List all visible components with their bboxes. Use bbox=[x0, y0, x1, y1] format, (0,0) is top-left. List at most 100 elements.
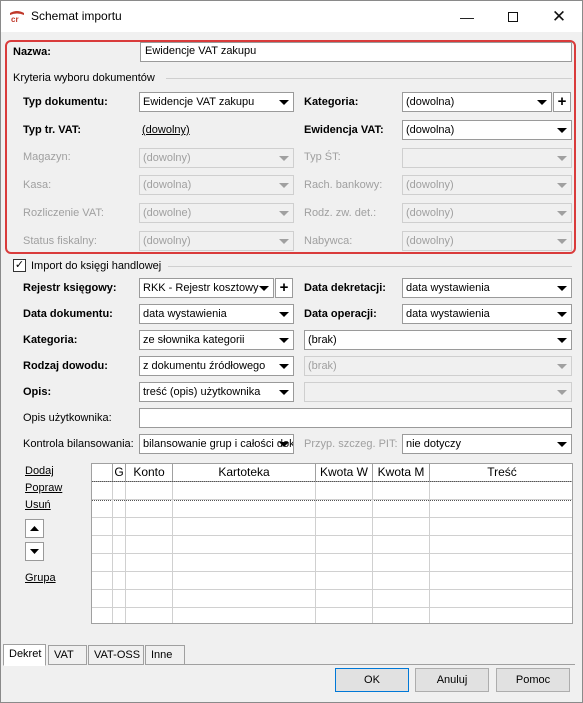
table-cell[interactable] bbox=[173, 482, 316, 499]
table-cell[interactable] bbox=[373, 482, 430, 499]
tab-vat-oss[interactable]: VAT-OSS bbox=[88, 645, 144, 665]
data-operacji-select[interactable]: data wystawienia bbox=[402, 304, 572, 324]
table-cell[interactable] bbox=[126, 590, 173, 607]
table-cell[interactable] bbox=[430, 554, 572, 571]
rach-bankowy-select[interactable]: (dowolny) bbox=[402, 175, 572, 195]
table-cell[interactable] bbox=[173, 572, 316, 589]
tab-vat[interactable]: VAT bbox=[48, 645, 87, 665]
import-kategoria-value-select[interactable]: (brak) bbox=[304, 330, 572, 350]
table-cell[interactable] bbox=[316, 536, 373, 553]
table-row[interactable] bbox=[92, 536, 572, 554]
minimize-icon[interactable]: — bbox=[444, 1, 490, 32]
import-checkbox[interactable]: ✓ bbox=[13, 259, 26, 272]
table-cell[interactable] bbox=[113, 608, 126, 623]
table-cell[interactable] bbox=[430, 572, 572, 589]
table-cell[interactable] bbox=[126, 536, 173, 553]
table-cell[interactable] bbox=[126, 608, 173, 623]
rozliczenie-vat-select[interactable]: (dowolne) bbox=[139, 203, 294, 223]
grid-header-tresc[interactable]: Treść bbox=[430, 464, 572, 481]
grid-header-kwota-w[interactable]: Kwota W bbox=[316, 464, 373, 481]
help-button[interactable]: Pomoc bbox=[496, 668, 570, 692]
table-cell[interactable] bbox=[316, 590, 373, 607]
import-kategoria-select[interactable]: ze słownika kategorii bbox=[139, 330, 294, 350]
table-cell[interactable] bbox=[92, 608, 113, 623]
table-cell[interactable] bbox=[113, 482, 126, 499]
table-cell[interactable] bbox=[430, 518, 572, 535]
grid-header-kartoteka[interactable]: Kartoteka bbox=[173, 464, 316, 481]
grid-header-g[interactable]: G bbox=[113, 464, 126, 481]
table-cell[interactable] bbox=[373, 608, 430, 623]
table-row[interactable] bbox=[92, 590, 572, 608]
table-cell[interactable] bbox=[373, 518, 430, 535]
status-fiskalny-select[interactable]: (dowolny) bbox=[139, 231, 294, 251]
table-cell[interactable] bbox=[373, 590, 430, 607]
data-dekretacji-select[interactable]: data wystawienia bbox=[402, 278, 572, 298]
table-cell[interactable] bbox=[316, 518, 373, 535]
table-cell[interactable] bbox=[373, 554, 430, 571]
dekret-grid[interactable]: G Konto Kartoteka Kwota W Kwota M Treść bbox=[91, 463, 573, 624]
table-row[interactable] bbox=[92, 518, 572, 536]
table-cell[interactable] bbox=[430, 500, 572, 517]
kasa-select[interactable]: (dowolna) bbox=[139, 175, 294, 195]
typ-tr-vat-link[interactable]: (dowolny) bbox=[142, 124, 190, 136]
table-cell[interactable] bbox=[92, 590, 113, 607]
table-cell[interactable] bbox=[92, 572, 113, 589]
table-cell[interactable] bbox=[316, 608, 373, 623]
table-cell[interactable] bbox=[113, 590, 126, 607]
dodaj-link[interactable]: Dodaj bbox=[25, 465, 54, 477]
table-cell[interactable] bbox=[430, 536, 572, 553]
table-cell[interactable] bbox=[430, 608, 572, 623]
maximize-icon[interactable] bbox=[490, 1, 536, 32]
magazyn-select[interactable]: (dowolny) bbox=[139, 148, 294, 168]
table-cell[interactable] bbox=[373, 500, 430, 517]
kategoria-select[interactable]: (dowolna) bbox=[402, 92, 552, 112]
close-icon[interactable]: ✕ bbox=[536, 1, 582, 32]
table-cell[interactable] bbox=[113, 572, 126, 589]
table-cell[interactable] bbox=[126, 572, 173, 589]
grid-header-kwota-m[interactable]: Kwota M bbox=[373, 464, 430, 481]
table-row[interactable] bbox=[92, 572, 572, 590]
table-cell[interactable] bbox=[373, 536, 430, 553]
rejestr-select[interactable]: RKK - Rejestr kosztowy bbox=[139, 278, 274, 298]
rodzaj-dowodu-value-select[interactable]: (brak) bbox=[304, 356, 572, 376]
ewidencja-vat-select[interactable]: (dowolna) bbox=[402, 120, 572, 140]
move-down-button[interactable] bbox=[25, 542, 44, 561]
rodzaj-dowodu-select[interactable]: z dokumentu źródłowego bbox=[139, 356, 294, 376]
grid-header-konto[interactable]: Konto bbox=[126, 464, 173, 481]
cancel-button[interactable]: Anuluj bbox=[415, 668, 489, 692]
move-up-button[interactable] bbox=[25, 519, 44, 538]
table-cell[interactable] bbox=[316, 554, 373, 571]
opis-value-select[interactable] bbox=[304, 382, 572, 402]
ok-button[interactable]: OK bbox=[335, 668, 409, 692]
table-cell[interactable] bbox=[92, 518, 113, 535]
table-cell[interactable] bbox=[92, 536, 113, 553]
table-cell[interactable] bbox=[173, 536, 316, 553]
table-cell[interactable] bbox=[113, 500, 126, 517]
table-cell[interactable] bbox=[92, 554, 113, 571]
tab-dekret[interactable]: Dekret bbox=[3, 644, 46, 666]
table-cell[interactable] bbox=[173, 518, 316, 535]
tab-inne[interactable]: Inne bbox=[145, 645, 185, 665]
kontrola-select[interactable]: bilansowanie grup i całości dokumentu bbox=[139, 434, 294, 454]
table-cell[interactable] bbox=[173, 608, 316, 623]
nabywca-select[interactable]: (dowolny) bbox=[402, 231, 572, 251]
table-cell[interactable] bbox=[126, 554, 173, 571]
table-row[interactable] bbox=[92, 481, 572, 501]
table-cell[interactable] bbox=[173, 500, 316, 517]
add-rejestr-button[interactable]: + bbox=[275, 278, 293, 298]
table-cell[interactable] bbox=[173, 590, 316, 607]
table-cell[interactable] bbox=[113, 554, 126, 571]
data-dokumentu-select[interactable]: data wystawienia bbox=[139, 304, 294, 324]
table-cell[interactable] bbox=[126, 482, 173, 499]
table-row[interactable] bbox=[92, 500, 572, 518]
table-row[interactable] bbox=[92, 554, 572, 572]
typ-dokumentu-select[interactable]: Ewidencje VAT zakupu bbox=[139, 92, 294, 112]
add-kategoria-button[interactable]: + bbox=[553, 92, 571, 112]
opis-uzytkownika-field[interactable] bbox=[139, 408, 572, 428]
przyp-szczeg-pit-select[interactable]: nie dotyczy bbox=[402, 434, 572, 454]
rodz-zw-det-select[interactable]: (dowolny) bbox=[402, 203, 572, 223]
opis-select[interactable]: treść (opis) użytkownika bbox=[139, 382, 294, 402]
table-cell[interactable] bbox=[92, 482, 113, 499]
table-cell[interactable] bbox=[430, 590, 572, 607]
popraw-link[interactable]: Popraw bbox=[25, 482, 62, 494]
